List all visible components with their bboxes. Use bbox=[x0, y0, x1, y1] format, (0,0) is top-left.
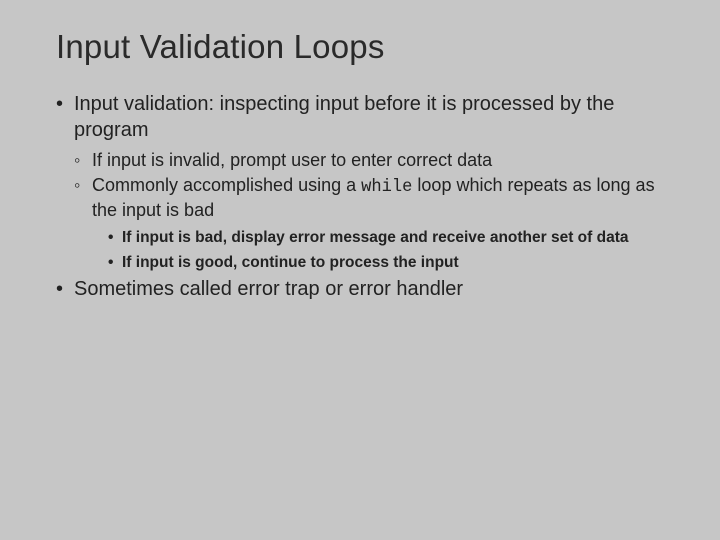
slide: Input Validation Loops Input validation:… bbox=[0, 0, 720, 540]
bullet-list: Input validation: inspecting input befor… bbox=[56, 92, 672, 303]
bullet-l2-invalid-prompt: If input is invalid, prompt user to ente… bbox=[74, 149, 672, 172]
bullet-l3-input-bad: If input is bad, display error message a… bbox=[108, 228, 672, 248]
bullet-sublist: If input is invalid, prompt user to ente… bbox=[74, 149, 672, 273]
bullet-l1-input-validation: Input validation: inspecting input befor… bbox=[56, 92, 672, 273]
code-while: while bbox=[361, 178, 412, 197]
bullet-l3-input-good: If input is good, continue to process th… bbox=[108, 253, 672, 273]
slide-title: Input Validation Loops bbox=[56, 28, 672, 66]
bullet-l2-while-loop: Commonly accomplished using a while loop… bbox=[74, 174, 672, 273]
bullet-text: If input is invalid, prompt user to ente… bbox=[92, 150, 492, 170]
bullet-text: If input is good, continue to process th… bbox=[122, 254, 459, 271]
bullet-l1-error-trap: Sometimes called error trap or error han… bbox=[56, 277, 672, 303]
bullet-text: Sometimes called error trap or error han… bbox=[74, 278, 463, 300]
bullet-text: Input validation: inspecting input befor… bbox=[74, 93, 614, 141]
bullet-sub-sublist: If input is bad, display error message a… bbox=[108, 228, 672, 273]
bullet-text-pre: Commonly accomplished using a bbox=[92, 175, 361, 195]
bullet-text: If input is bad, display error message a… bbox=[122, 229, 629, 246]
